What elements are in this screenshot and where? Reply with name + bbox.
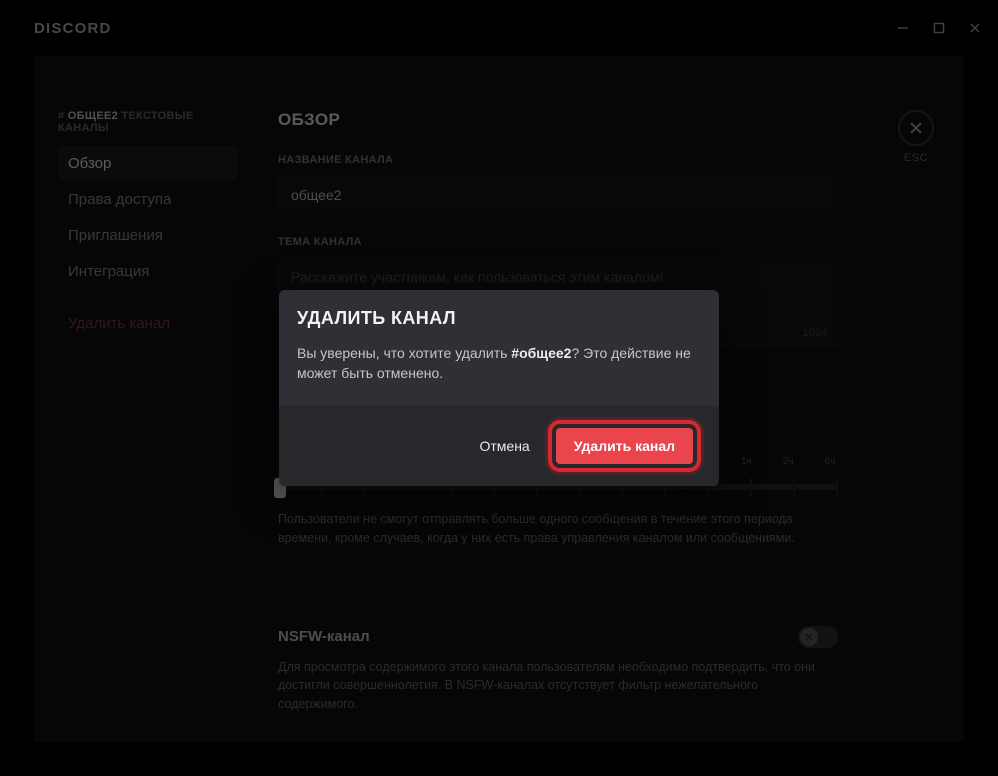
modal-title: УДАЛИТЬ КАНАЛ [297,308,701,329]
delete-button-highlight: Удалить канал [548,420,701,472]
delete-channel-modal: УДАЛИТЬ КАНАЛ Вы уверены, что хотите уда… [279,290,719,486]
modal-overlay: УДАЛИТЬ КАНАЛ Вы уверены, что хотите уда… [0,0,998,776]
modal-text: Вы уверены, что хотите удалить #общее2? … [297,343,701,384]
cancel-button[interactable]: Отмена [479,438,529,454]
delete-channel-button[interactable]: Удалить канал [556,428,693,464]
